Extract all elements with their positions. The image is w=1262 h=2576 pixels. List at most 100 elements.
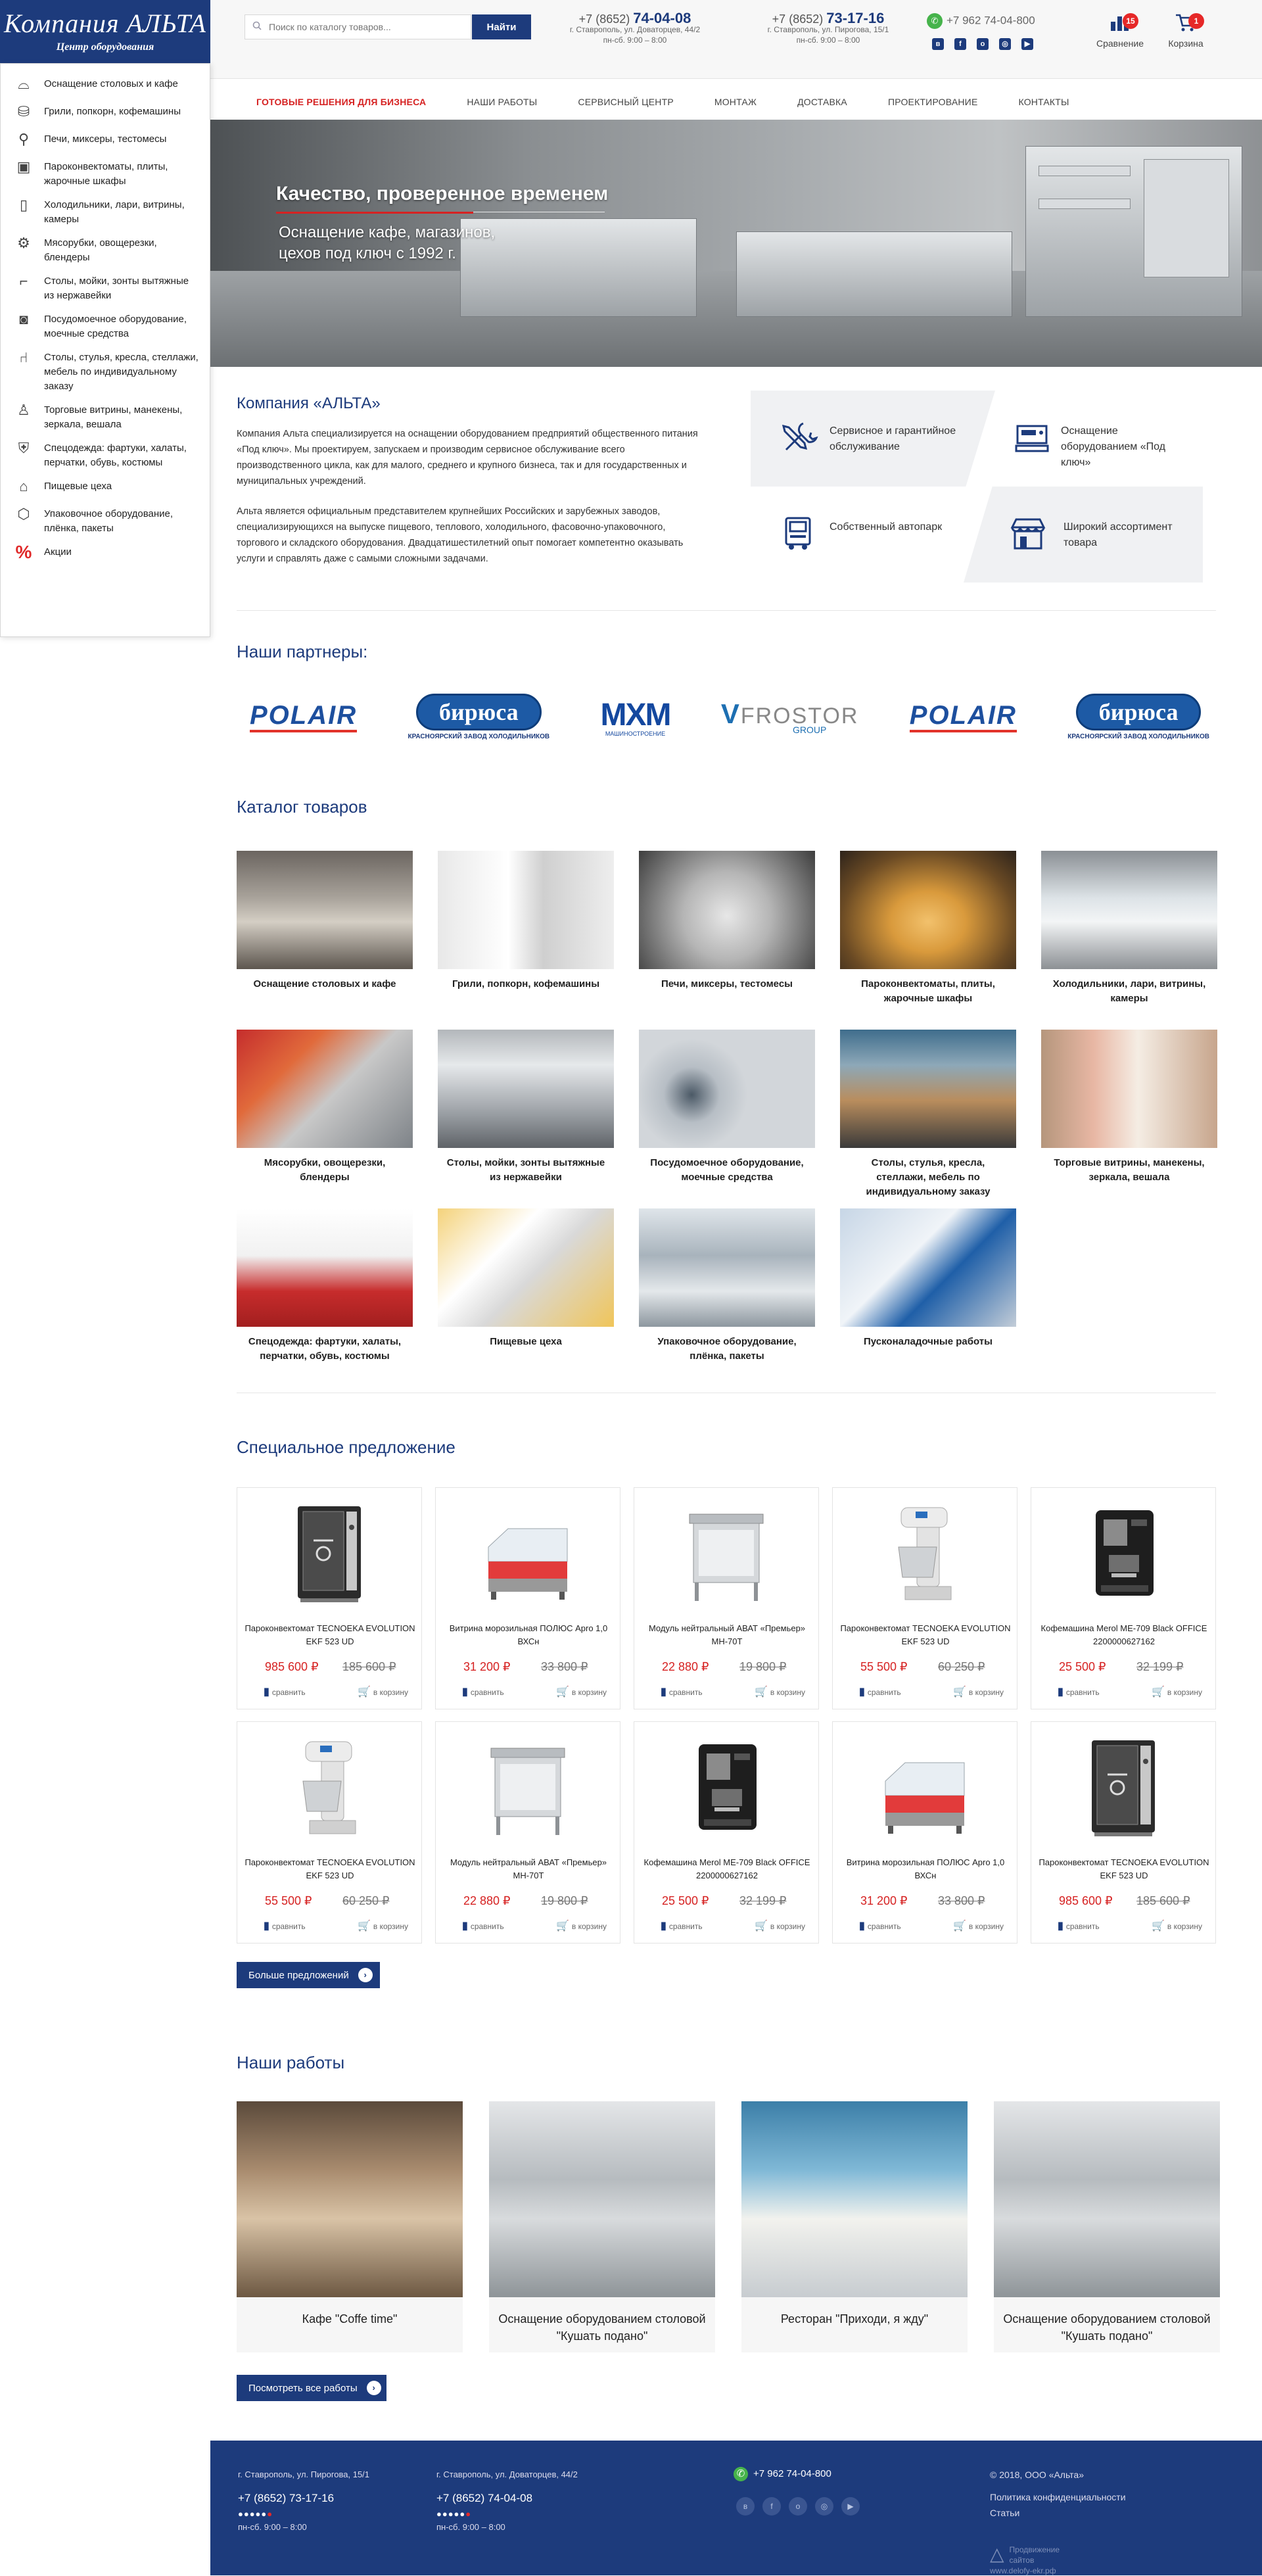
- odnoklassniki-icon[interactable]: о: [977, 38, 989, 50]
- work-caption[interactable]: Оснащение оборудованием столовой "Кушать…: [994, 2297, 1220, 2345]
- product-image[interactable]: [1077, 1735, 1169, 1840]
- product-name[interactable]: Пароконвектомат TECNOEKA EVOLUTION EKF 5…: [839, 1622, 1012, 1648]
- articles-link[interactable]: Статьи: [990, 2505, 1126, 2521]
- nav-installation[interactable]: Монтаж: [714, 97, 757, 107]
- product-card[interactable]: Модуль нейтральный АВАТ «Премьер» МН-70Т…: [435, 1721, 620, 1944]
- partner-logo-frostor[interactable]: VFROSTOR GROUP: [721, 690, 859, 743]
- work-image[interactable]: [237, 2101, 463, 2297]
- partner-logo-polair[interactable]: POLAIR: [250, 690, 358, 743]
- product-name[interactable]: Модуль нейтральный АВАТ «Премьер» МН-70Т: [442, 1856, 615, 1882]
- catalog-image[interactable]: [840, 851, 1016, 969]
- product-name[interactable]: Модуль нейтральный АВАТ «Премьер» МН-70Т: [641, 1622, 813, 1648]
- catalog-card-workwear[interactable]: Спецодежда: фартуки, халаты, перчатки, о…: [237, 1208, 413, 1364]
- sidebar-item-furniture[interactable]: ⑁ Столы, стулья, кресла, стеллажи, мебель…: [1, 345, 210, 398]
- catalog-image[interactable]: [237, 1030, 413, 1148]
- work-caption[interactable]: Оснащение оборудованием столовой "Кушать…: [489, 2297, 715, 2345]
- logo[interactable]: Компания АЛЬТА Центр оборудования: [0, 0, 210, 63]
- catalog-image[interactable]: [639, 1030, 815, 1148]
- catalog-card-commissioning[interactable]: Пусконаладочные работы: [840, 1208, 1016, 1349]
- catalog-image[interactable]: [840, 1208, 1016, 1327]
- catalog-image[interactable]: [438, 851, 614, 969]
- product-image[interactable]: [482, 1735, 574, 1840]
- work-caption[interactable]: Ресторан "Приходи, я жду": [741, 2297, 968, 2327]
- add-to-cart-link[interactable]: 🛒 в корзину: [358, 1919, 408, 1932]
- catalog-caption[interactable]: Мясорубки, овощерезки, блендеры: [237, 1156, 413, 1185]
- instagram-icon[interactable]: ◎: [999, 38, 1011, 50]
- sidebar-item-fridges[interactable]: ▯ Холодильники, лари, витрины, камеры: [1, 193, 210, 231]
- partner-logo-mxm[interactable]: MXM МАШИНОСТРОЕНИЕ: [601, 690, 672, 743]
- whatsapp-phone[interactable]: ✆ +7 962 74-04-800: [927, 13, 1035, 29]
- catalog-card-ovens[interactable]: Печи, миксеры, тестомесы: [639, 851, 815, 991]
- catalog-card-grinders[interactable]: Мясорубки, овощерезки, блендеры: [237, 1030, 413, 1185]
- add-to-cart-link[interactable]: 🛒 в корзину: [755, 1919, 805, 1932]
- work-card[interactable]: Оснащение оборудованием столовой "Кушать…: [994, 2101, 1220, 2352]
- sidebar-item-grills[interactable]: ⛁ Грили, попкорн, кофемашины: [1, 99, 210, 127]
- catalog-caption[interactable]: Пароконвектоматы, плиты, жарочные шкафы: [840, 977, 1016, 1006]
- catalog-caption[interactable]: Оснащение столовых и кафе: [237, 977, 413, 991]
- catalog-caption[interactable]: Пусконаладочные работы: [840, 1335, 1016, 1349]
- more-offers-button[interactable]: Больше предложений ›: [237, 1962, 380, 1988]
- search-button[interactable]: Найти: [472, 14, 531, 39]
- phone-1[interactable]: +7 (8652) 74-04-08: [569, 11, 701, 26]
- catalog-card-packaging[interactable]: Упаковочное оборудование, плёнка, пакеты: [639, 1208, 815, 1364]
- footer-phone[interactable]: +7 (8652) 74-04-08: [436, 2492, 578, 2505]
- compare-link[interactable]: ▮ сравнить: [859, 1685, 901, 1698]
- sidebar-item-combi[interactable]: ▣ Пароконвектоматы, плиты, жарочные шкафы: [1, 155, 210, 193]
- catalog-image[interactable]: [1041, 1030, 1217, 1148]
- product-image[interactable]: [482, 1501, 574, 1606]
- product-image[interactable]: [283, 1735, 375, 1840]
- nav-design[interactable]: Проектирование: [888, 97, 978, 107]
- facebook-icon[interactable]: f: [954, 38, 966, 50]
- compare-link[interactable]: ▮ сравнить: [859, 1919, 901, 1932]
- catalog-caption[interactable]: Печи, миксеры, тестомесы: [639, 977, 815, 991]
- catalog-image[interactable]: [1041, 851, 1217, 969]
- product-image[interactable]: [879, 1501, 971, 1606]
- catalog-image[interactable]: [438, 1030, 614, 1148]
- sidebar-item-grinders[interactable]: ⚙ Мясорубки, овощерезки, блендеры: [1, 231, 210, 269]
- all-works-button[interactable]: Посмотреть все работы ›: [237, 2375, 386, 2401]
- youtube-icon[interactable]: ▶: [1021, 38, 1033, 50]
- compare-link[interactable]: ▮ сравнить: [661, 1685, 703, 1698]
- add-to-cart-link[interactable]: 🛒 в корзину: [1152, 1919, 1202, 1932]
- sidebar-item-showcases[interactable]: ♙ Торговые витрины, манекены, зеркала, ве…: [1, 398, 210, 436]
- nav-delivery[interactable]: Доставка: [797, 97, 847, 107]
- product-name[interactable]: Витрина морозильная ПОЛЮС Apro 1,0 ВХСн: [442, 1622, 615, 1648]
- catalog-caption[interactable]: Торговые витрины, манекены, зеркала, веш…: [1041, 1156, 1217, 1185]
- product-card[interactable]: Витрина морозильная ПОЛЮС Apro 1,0 ВХСн 3…: [435, 1487, 620, 1709]
- catalog-image[interactable]: [639, 851, 815, 969]
- sidebar-item-dishwashers[interactable]: ◙ Посудомоечное оборудование, моечные сре…: [1, 307, 210, 345]
- add-to-cart-link[interactable]: 🛒 в корзину: [755, 1685, 805, 1698]
- product-name[interactable]: Пароконвектомат TECNOEKA EVOLUTION EKF 5…: [244, 1622, 416, 1648]
- work-caption[interactable]: Кафе "Coffe time": [237, 2297, 463, 2327]
- compare-link[interactable]: ▮ сравнить: [1058, 1919, 1100, 1932]
- sidebar-item-food-shops[interactable]: ⌂ Пищевые цеха: [1, 474, 210, 502]
- product-name[interactable]: Пароконвектомат TECNOEKA EVOLUTION EKF 5…: [244, 1856, 416, 1882]
- compare-button[interactable]: 15 Сравнение: [1094, 12, 1146, 49]
- catalog-image[interactable]: [639, 1208, 815, 1327]
- catalog-caption[interactable]: Упаковочное оборудование, плёнка, пакеты: [639, 1335, 815, 1364]
- product-card[interactable]: Пароконвектомат TECNOEKA EVOLUTION EKF 5…: [237, 1721, 422, 1944]
- catalog-card-dishwashers[interactable]: Посудомоечное оборудование, моечные сред…: [639, 1030, 815, 1185]
- work-image[interactable]: [994, 2101, 1220, 2297]
- nav-contacts[interactable]: Контакты: [1019, 97, 1069, 107]
- product-card[interactable]: Кофемашина Merol ME-709 Black OFFICE 220…: [634, 1721, 819, 1944]
- instagram-icon[interactable]: ◎: [815, 2497, 833, 2516]
- compare-link[interactable]: ▮ сравнить: [462, 1685, 504, 1698]
- work-card[interactable]: Кафе "Coffe time": [237, 2101, 463, 2352]
- product-image[interactable]: [680, 1735, 772, 1840]
- catalog-caption[interactable]: Столы, стулья, кресла, стеллажи, мебель …: [840, 1156, 1016, 1199]
- product-name[interactable]: Витрина морозильная ПОЛЮС Apro 1,0 ВХСн: [839, 1856, 1012, 1882]
- nav-our-works[interactable]: Наши работы: [467, 97, 537, 107]
- catalog-image[interactable]: [237, 851, 413, 969]
- partner-logo-biryusa[interactable]: бирюса КРАСНОЯРСКИЙ ЗАВОД ХОЛОДИЛЬНИКОВ: [408, 690, 549, 743]
- sidebar-item-canteens[interactable]: ⌓ Оснащение столовых и кафе: [1, 72, 210, 99]
- vk-icon[interactable]: в: [736, 2497, 755, 2516]
- catalog-card-food-shops[interactable]: Пищевые цеха: [438, 1208, 614, 1349]
- cart-button[interactable]: 1 Корзина: [1159, 12, 1212, 49]
- catalog-card-fridges[interactable]: Холодильники, лари, витрины, камеры: [1041, 851, 1217, 1006]
- product-image[interactable]: [879, 1735, 971, 1840]
- product-image[interactable]: [283, 1501, 375, 1606]
- add-to-cart-link[interactable]: 🛒 в корзину: [556, 1919, 607, 1932]
- catalog-card-canteens[interactable]: Оснащение столовых и кафе: [237, 851, 413, 991]
- work-image[interactable]: [741, 2101, 968, 2297]
